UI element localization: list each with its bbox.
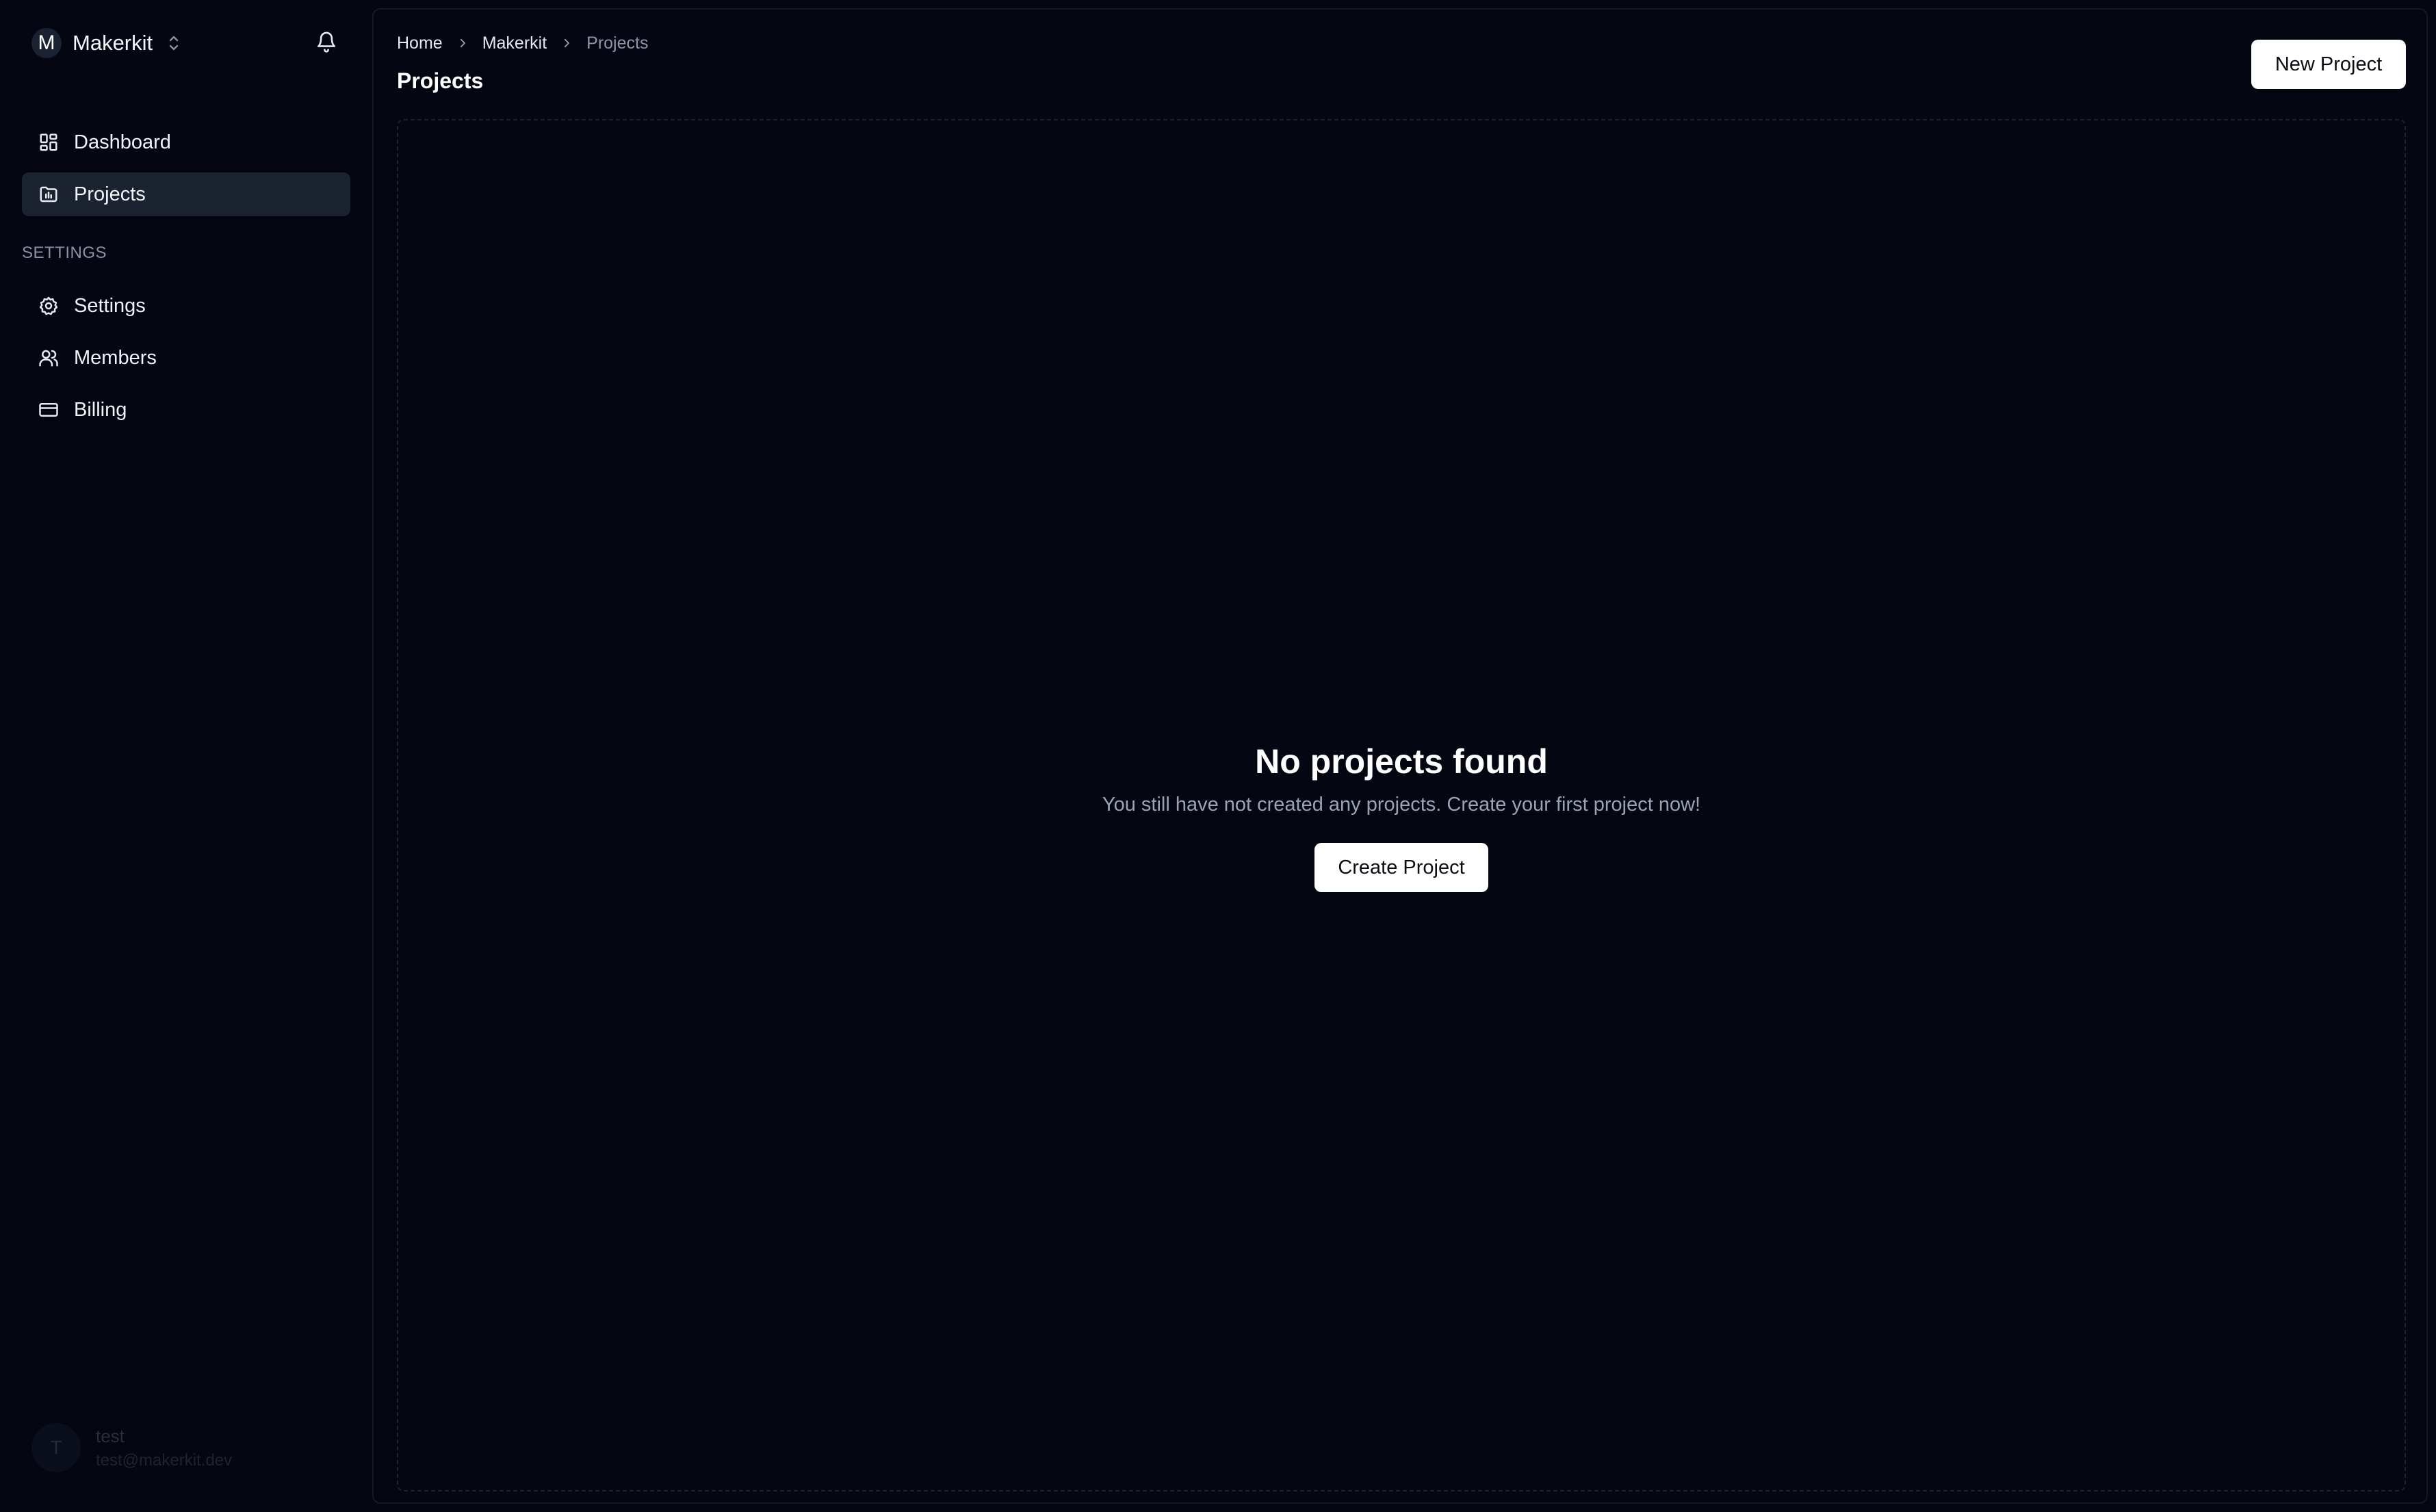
gear-icon [37, 294, 60, 317]
folder-icon [37, 183, 60, 206]
sidebar-item-label: Projects [74, 183, 146, 205]
empty-state-heading: No projects found [1255, 742, 1548, 781]
new-project-button[interactable]: New Project [2251, 40, 2406, 89]
users-icon [37, 346, 60, 369]
sidebar-item-members[interactable]: Members [22, 336, 350, 380]
account-name: Makerkit [73, 31, 153, 55]
breadcrumb-home[interactable]: Home [397, 34, 443, 53]
empty-state-panel: No projects found You still have not cre… [397, 119, 2406, 1491]
user-account-card[interactable]: T test test@makerkit.dev [31, 1423, 232, 1472]
user-name: test [96, 1425, 125, 1446]
notifications-button[interactable] [311, 27, 342, 59]
settings-section-label: SETTINGS [22, 244, 107, 262]
sidebar-item-label: Members [74, 346, 157, 369]
user-avatar: T [31, 1423, 81, 1472]
chevron-right-icon [558, 34, 575, 52]
empty-state-description: You still have not created any projects.… [1102, 794, 1701, 816]
sidebar-item-projects[interactable]: Projects [22, 172, 350, 216]
sidebar-item-dashboard[interactable]: Dashboard [22, 120, 350, 164]
empty-state-content: No projects found You still have not cre… [398, 740, 2405, 892]
sidebar-item-settings[interactable]: Settings [22, 284, 350, 328]
sidebar-item-label: Dashboard [74, 131, 171, 153]
page-title: Projects [397, 68, 484, 93]
breadcrumb: Home Makerkit Projects [397, 30, 648, 56]
sidebar: M Makerkit Dashboard Projects SETTINGS S… [0, 0, 371, 1512]
user-email: test@makerkit.dev [96, 1450, 233, 1470]
credit-card-icon [37, 398, 60, 421]
sidebar-item-label: Settings [74, 294, 146, 317]
sidebar-item-label: Billing [74, 398, 127, 421]
breadcrumb-current: Projects [586, 33, 649, 53]
chevron-right-icon [454, 34, 471, 52]
account-avatar: M [31, 28, 62, 58]
account-switcher[interactable]: M Makerkit [31, 25, 181, 62]
dashboard-icon [37, 131, 60, 154]
create-project-button[interactable]: Create Project [1314, 843, 1488, 892]
bell-icon [315, 30, 337, 57]
chevron-up-down-icon [166, 33, 181, 53]
main-panel: Home Makerkit Projects Projects New Proj… [372, 8, 2428, 1504]
breadcrumb-account[interactable]: Makerkit [482, 34, 547, 53]
sidebar-item-billing[interactable]: Billing [22, 388, 350, 432]
